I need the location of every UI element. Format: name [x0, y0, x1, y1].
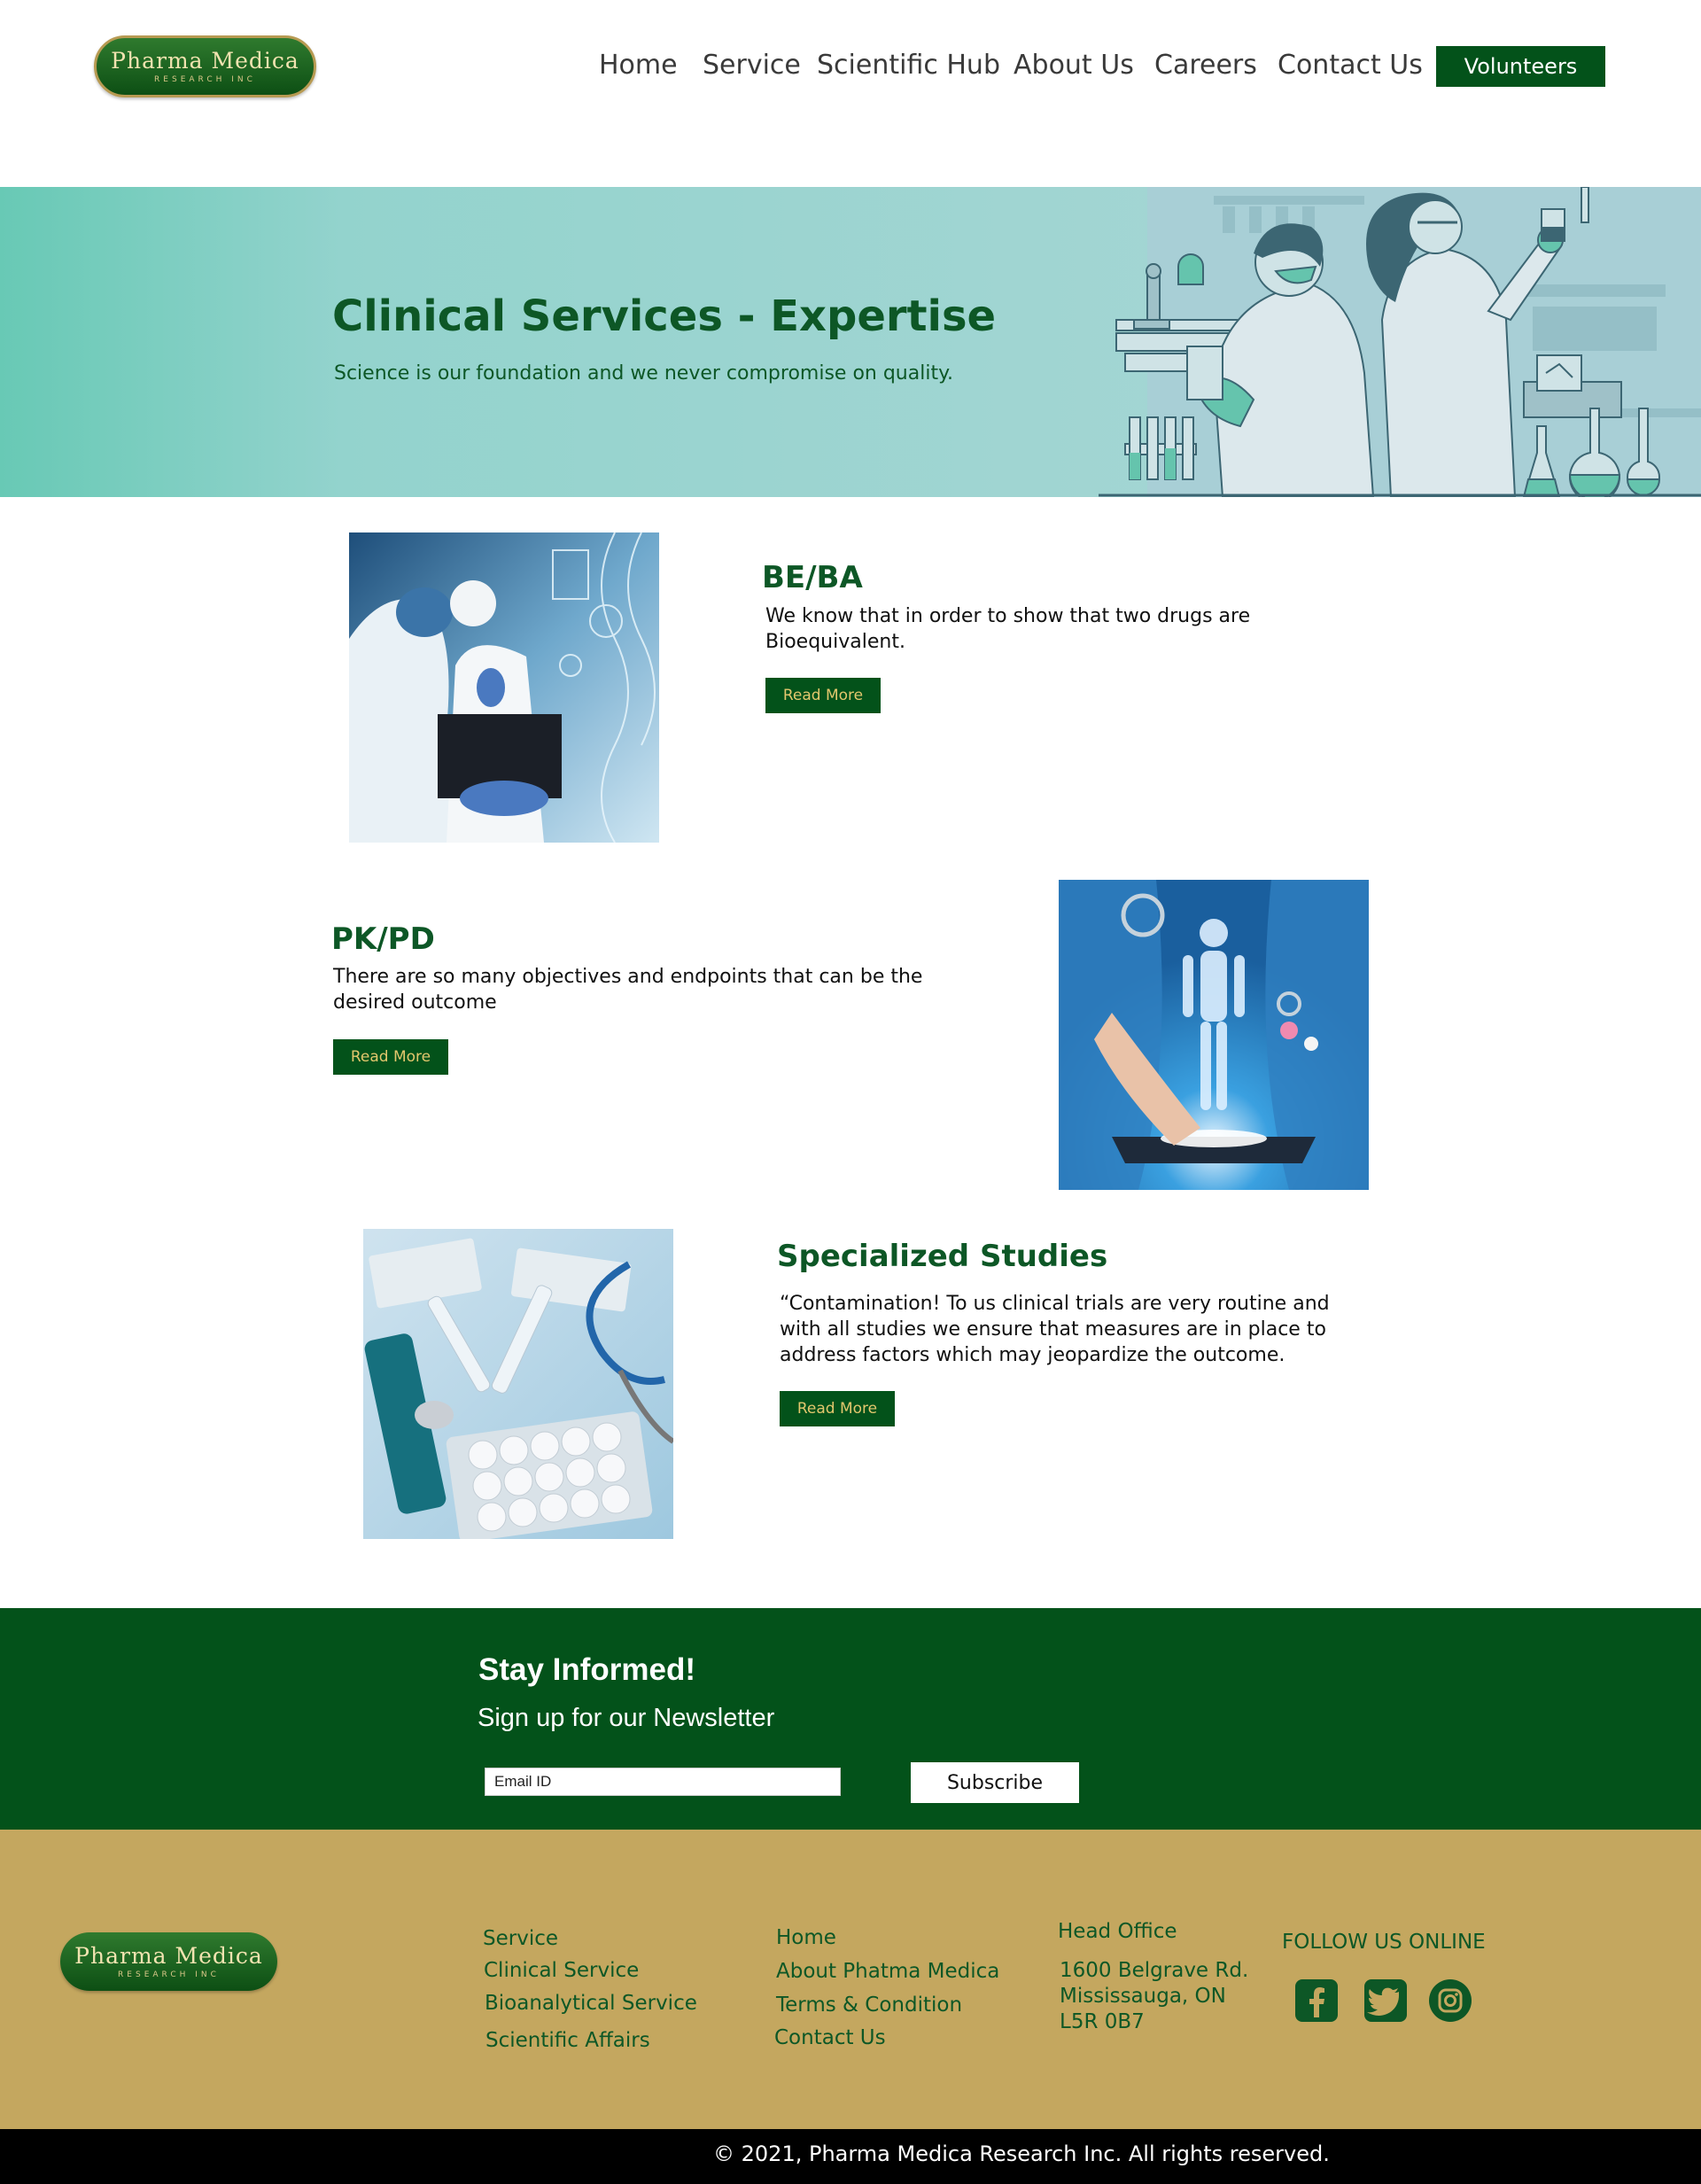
- volunteers-button[interactable]: Volunteers: [1436, 46, 1605, 87]
- be-ba-read-more-button[interactable]: Read More: [765, 678, 881, 713]
- hero-banner: Clinical Services - Expertise Science is…: [0, 187, 1701, 497]
- hero-subtitle: Science is our foundation and we never c…: [334, 362, 953, 385]
- be-ba-image: [349, 532, 659, 843]
- footer-link-clinical-service[interactable]: Clinical Service: [484, 1959, 639, 1982]
- be-ba-title: BE/BA: [762, 560, 863, 595]
- nav-scientific-hub[interactable]: Scientific Hub: [817, 50, 1000, 81]
- subscribe-button[interactable]: Subscribe: [911, 1762, 1079, 1803]
- address-line-3: L5R 0B7: [1060, 2010, 1145, 2033]
- brand-logo[interactable]: Pharma Medica RESEARCH INC: [94, 35, 316, 97]
- logo-tagline: RESEARCH INC: [118, 1970, 220, 1979]
- footer-logo[interactable]: Pharma Medica RESEARCH INC: [60, 1932, 277, 1991]
- footer-link-about[interactable]: About Phatma Medica: [776, 1960, 999, 1983]
- newsletter-title: Stay Informed!: [478, 1652, 696, 1687]
- specialized-studies-read-more-button[interactable]: Read More: [780, 1391, 895, 1426]
- facebook-icon[interactable]: [1294, 1978, 1339, 2023]
- specialized-studies-image: [363, 1229, 673, 1539]
- page-title: Clinical Services - Expertise: [332, 291, 997, 341]
- footer-link-home[interactable]: Home: [776, 1926, 836, 1949]
- address-line-1: 1600 Belgrave Rd.: [1060, 1959, 1249, 1982]
- instagram-icon[interactable]: [1428, 1978, 1472, 2023]
- footer-link-terms[interactable]: Terms & Condition: [776, 1994, 962, 2017]
- lab-research-photo: [349, 532, 659, 843]
- pk-pd-read-more-button[interactable]: Read More: [333, 1039, 448, 1075]
- digital-anatomy-photo: [1059, 880, 1369, 1190]
- pk-pd-description: There are so many objectives and endpoin…: [333, 966, 923, 1014]
- footer-link-contact[interactable]: Contact Us: [774, 2026, 886, 2049]
- pk-pd-title: PK/PD: [331, 921, 435, 957]
- specialized-studies-title: Specialized Studies: [777, 1239, 1108, 1274]
- nav-contact-us[interactable]: Contact Us: [1278, 50, 1423, 81]
- site-footer: Pharma Medica RESEARCH INC Service Clini…: [0, 1830, 1701, 2129]
- specialized-studies-description: “Contamination! To us clinical trials ar…: [780, 1293, 1330, 1366]
- copyright-bar: © 2021, Pharma Medica Research Inc. All …: [0, 2129, 1701, 2184]
- logo-tagline: RESEARCH INC: [154, 74, 256, 84]
- copyright-text: © 2021, Pharma Medica Research Inc. All …: [713, 2141, 1330, 2166]
- nav-about-us[interactable]: About Us: [1014, 50, 1134, 81]
- nav-home[interactable]: Home: [599, 50, 678, 81]
- pk-pd-image: [1059, 880, 1369, 1190]
- logo-wordmark: Pharma Medica: [111, 47, 299, 74]
- footer-link-bioanalytical-service[interactable]: Bioanalytical Service: [485, 1992, 697, 2015]
- nav-careers[interactable]: Careers: [1154, 50, 1257, 81]
- site-header: Pharma Medica RESEARCH INC Home Service …: [0, 0, 1701, 186]
- address-line-2: Mississauga, ON: [1060, 1985, 1226, 2008]
- nav-service[interactable]: Service: [703, 50, 801, 81]
- footer-link-scientific-affairs[interactable]: Scientific Affairs: [485, 2029, 650, 2052]
- lab-scientists-illustration: [1099, 187, 1701, 497]
- logo-wordmark: Pharma Medica: [74, 1942, 263, 1969]
- twitter-icon[interactable]: [1363, 1978, 1408, 2023]
- be-ba-description: We know that in order to show that two d…: [765, 605, 1251, 653]
- head-office-heading: Head Office: [1058, 1920, 1177, 1943]
- footer-link-service[interactable]: Service: [483, 1927, 558, 1950]
- follow-us-heading: FOLLOW US ONLINE: [1282, 1931, 1486, 1954]
- newsletter-section: Stay Informed! Sign up for our Newslette…: [0, 1608, 1701, 1830]
- newsletter-subtitle: Sign up for our Newsletter: [478, 1704, 775, 1732]
- pills-inhaler-photo: [363, 1229, 673, 1539]
- email-input[interactable]: [485, 1768, 841, 1796]
